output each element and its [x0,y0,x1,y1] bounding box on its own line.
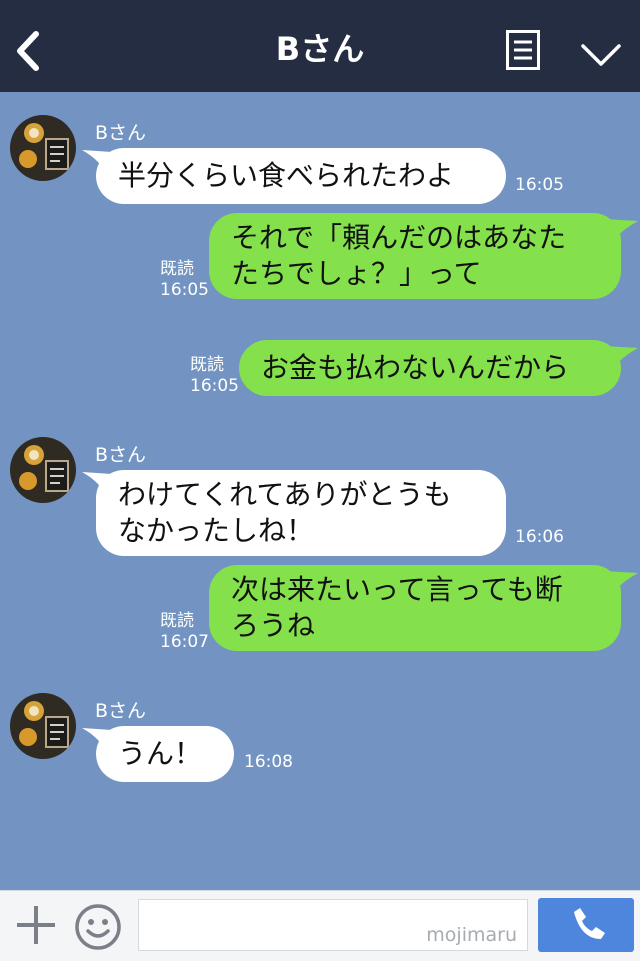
add-button[interactable] [14,903,58,947]
avatar-image [10,693,76,759]
message-bubble-incoming[interactable]: わけてくれてありがとうも なかったしね！ [96,470,506,556]
document-menu-icon [506,30,540,70]
message-input[interactable]: mojimaru [138,899,528,951]
message-time: 16:08 [244,752,293,772]
chat-header: Bさん [0,0,640,92]
bubble-tail [604,219,638,243]
menu-button[interactable] [506,30,540,70]
message-bubble-outgoing[interactable]: お金も払わないんだから [239,340,621,396]
avatar[interactable] [10,437,76,503]
read-receipt: 既読 16:05 [160,259,209,301]
call-button[interactable] [538,898,634,952]
message-bubble-incoming[interactable]: うん！ [96,726,234,782]
read-label: 既読 [160,611,194,631]
sender-name: Bさん [95,122,147,144]
watermark-text: mojimaru [426,924,517,946]
message-bubble-outgoing[interactable]: それで「頼んだのはあなた たちでしょ？」って [209,213,621,299]
chevron-down-icon [581,44,621,66]
phone-icon [574,908,605,939]
avatar-image [10,115,76,181]
smiley-icon [75,904,121,950]
message-time: 16:07 [160,632,209,652]
avatar[interactable] [10,693,76,759]
plus-icon [17,906,55,944]
message-time: 16:06 [515,527,564,547]
read-label: 既読 [160,259,194,279]
input-bar: mojimaru [0,890,640,961]
bubble-tail [604,346,638,370]
avatar[interactable] [10,115,76,181]
bubble-tail [604,571,638,595]
emoji-button[interactable] [74,903,122,951]
chat-title: Bさん [275,30,365,68]
message-time: 16:05 [515,175,564,195]
read-receipt: 既読 16:05 [190,355,239,397]
avatar-image [10,437,76,503]
message-bubble-incoming[interactable]: 半分くらい食べられたわよ [96,148,506,204]
message-time: 16:05 [160,280,209,300]
sender-name: Bさん [95,700,147,722]
message-bubble-outgoing[interactable]: 次は来たいって言っても断 ろうね [209,565,621,651]
read-receipt: 既読 16:07 [160,611,209,653]
read-label: 既読 [190,355,224,375]
message-time: 16:05 [190,376,239,396]
collapse-button[interactable] [580,42,622,68]
sender-name: Bさん [95,444,147,466]
